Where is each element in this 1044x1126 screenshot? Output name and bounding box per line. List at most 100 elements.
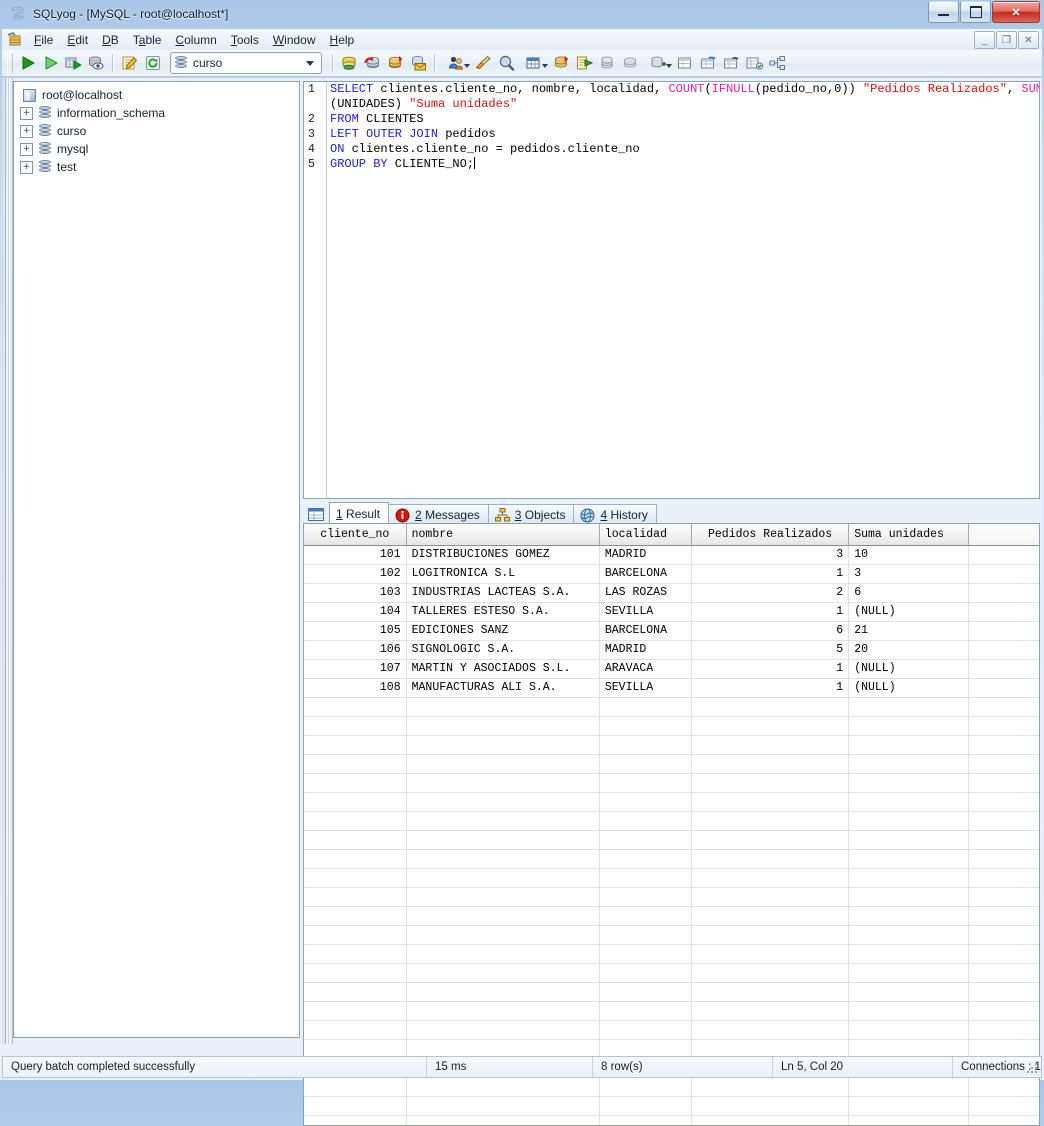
execute-query-button[interactable] [16, 52, 39, 74]
table-cell-empty[interactable] [406, 773, 600, 793]
table-cell[interactable]: (NULL) [848, 659, 970, 679]
table-cell[interactable]: 107 [304, 659, 407, 679]
table-row-empty[interactable] [304, 830, 1039, 850]
table-row-empty[interactable] [304, 735, 1039, 755]
table-cell-empty[interactable] [968, 1115, 1039, 1125]
table-cell[interactable]: TALLERES ESTESO S.A. [406, 602, 600, 622]
table-cell[interactable]: BARCELONA [599, 564, 693, 584]
table-cell-empty[interactable] [968, 697, 1039, 717]
chevron-down-icon[interactable] [464, 64, 470, 68]
table-row-empty[interactable] [304, 849, 1039, 869]
menu-file[interactable]: FFileile [27, 30, 60, 50]
table-cell-empty[interactable] [406, 849, 600, 869]
table-cell[interactable]: 2 [691, 583, 850, 603]
table-cell-empty[interactable] [599, 925, 693, 945]
table-row-empty[interactable] [304, 906, 1039, 926]
table-cell-empty[interactable] [304, 906, 407, 926]
table-cell-empty[interactable] [691, 773, 850, 793]
table-row-empty[interactable] [304, 963, 1039, 983]
table-cell-empty[interactable] [691, 849, 850, 869]
table-cell-empty[interactable] [691, 830, 850, 850]
restore-database-button[interactable] [407, 52, 430, 74]
table-cell-empty[interactable] [848, 830, 970, 850]
column-header[interactable]: nombre [406, 524, 600, 546]
table-cell-empty[interactable] [599, 773, 693, 793]
table-cell-empty[interactable] [599, 811, 693, 831]
table-cell-empty[interactable] [599, 1096, 693, 1116]
table-cell-empty[interactable] [406, 1115, 600, 1125]
export-data-button[interactable] [573, 52, 596, 74]
refresh-object-browser-button[interactable] [141, 52, 164, 74]
table-cell[interactable]: LOGITRONICA S.L [406, 564, 600, 584]
table-cell[interactable] [968, 583, 1039, 603]
table-cell-empty[interactable] [599, 792, 693, 812]
table-cell-empty[interactable] [406, 1096, 600, 1116]
menu-window[interactable]: Window [266, 30, 323, 50]
table-row-empty[interactable] [304, 716, 1039, 736]
table-cell-empty[interactable] [599, 830, 693, 850]
table-cell-empty[interactable] [848, 849, 970, 869]
table-cell-empty[interactable] [968, 982, 1039, 1002]
table-row-empty[interactable] [304, 1115, 1039, 1125]
expand-icon[interactable]: + [20, 106, 33, 120]
table-cell-empty[interactable] [304, 982, 407, 1002]
table-cell-empty[interactable] [304, 963, 407, 983]
table-cell-empty[interactable] [406, 906, 600, 926]
table-cell-empty[interactable] [691, 963, 850, 983]
table-cell-empty[interactable] [848, 735, 970, 755]
table-cell-empty[interactable] [691, 1096, 850, 1116]
table-cell-empty[interactable] [848, 1020, 970, 1040]
table-row-empty[interactable] [304, 887, 1039, 907]
table-cell-empty[interactable] [406, 982, 600, 1002]
tree-item-mysql[interactable]: + mysql [14, 140, 299, 158]
table-cell[interactable]: (NULL) [848, 678, 970, 698]
table-cell-empty[interactable] [599, 1115, 693, 1125]
table-cell-empty[interactable] [304, 697, 407, 717]
table-cell[interactable]: 3 [848, 564, 970, 584]
table-cell-empty[interactable] [848, 906, 970, 926]
resize-grip[interactable] [1027, 1063, 1039, 1075]
table-cell-empty[interactable] [406, 887, 600, 907]
table-cell-empty[interactable] [599, 735, 693, 755]
table-cell-empty[interactable] [304, 735, 407, 755]
tab-objects[interactable]: 3 Objects [487, 504, 575, 524]
table-cell[interactable]: 3 [691, 545, 850, 565]
explain-query-button[interactable] [85, 52, 108, 74]
find-button[interactable] [495, 52, 518, 74]
column-header[interactable]: Suma unidades [848, 524, 970, 546]
table-cell[interactable]: SIGNOLOGIC S.A. [406, 640, 600, 660]
table-cell[interactable]: 6 [848, 583, 970, 603]
table-cell-empty[interactable] [599, 1001, 693, 1021]
table-row-empty[interactable] [304, 811, 1039, 831]
table-cell[interactable] [968, 678, 1039, 698]
table-cell-empty[interactable] [599, 697, 693, 717]
table-cell-empty[interactable] [304, 925, 407, 945]
table-cell-empty[interactable] [304, 716, 407, 736]
table-cell-empty[interactable] [968, 963, 1039, 983]
table-cell[interactable]: MANUFACTURAS ALI S.A. [406, 678, 600, 698]
column-header[interactable]: Pedidos Realizados [691, 524, 850, 546]
chevron-down-icon[interactable] [666, 64, 672, 68]
table-cell[interactable]: 20 [848, 640, 970, 660]
table-cell[interactable]: 10 [848, 545, 970, 565]
table-cell[interactable]: 1 [691, 602, 850, 622]
mdi-restore-button[interactable]: ❐ [996, 31, 1017, 49]
table-cell-empty[interactable] [968, 1096, 1039, 1116]
table-cell-empty[interactable] [304, 1096, 407, 1116]
table-cell-empty[interactable] [599, 906, 693, 926]
table-cell-empty[interactable] [848, 1096, 970, 1116]
table-cell-empty[interactable] [691, 697, 850, 717]
table-row[interactable]: 107 MARTIN Y ASOCIADOS S.L. ARAVACA 1 (NULL) [304, 659, 1039, 679]
table-cell-empty[interactable] [406, 697, 600, 717]
table-cell-empty[interactable] [968, 792, 1039, 812]
table-row-empty[interactable] [304, 773, 1039, 793]
table-cell-empty[interactable] [599, 849, 693, 869]
table-cell[interactable] [968, 602, 1039, 622]
table-cell[interactable]: DISTRIBUCIONES GOMEZ [406, 545, 600, 565]
table-row[interactable]: 105 EDICIONES SANZ BARCELONA 6 21 [304, 621, 1039, 641]
table-cell-empty[interactable] [848, 868, 970, 888]
copy-database-button[interactable] [596, 52, 619, 74]
tab-messages[interactable]: 2 Messages [388, 504, 489, 524]
table-cell-empty[interactable] [691, 1001, 850, 1021]
table-cell-empty[interactable] [691, 792, 850, 812]
